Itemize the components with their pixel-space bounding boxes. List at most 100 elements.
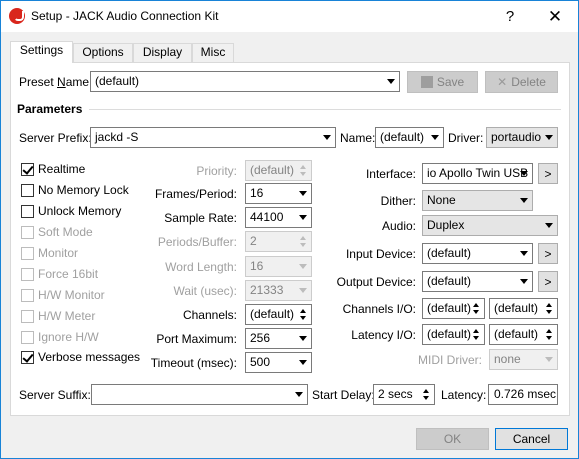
parameters-group-title: Parameters — [17, 102, 83, 116]
preset-name-label: Preset Name: — [19, 75, 93, 89]
spin-down-icon — [300, 316, 306, 320]
save-button[interactable]: Save — [407, 71, 478, 93]
spin-down-icon — [546, 336, 552, 340]
periods-buffer-label: Periods/Buffer: — [157, 235, 237, 249]
midi-driver-label: MIDI Driver: — [418, 353, 482, 367]
floppy-disk-icon — [420, 76, 433, 88]
hw-meter-checkbox[interactable] — [21, 310, 34, 323]
close-button[interactable]: ✕ — [532, 1, 578, 32]
ignore-hw-checkbox[interactable] — [21, 331, 34, 344]
word-length-label: Word Length: — [165, 260, 237, 274]
soft-mode-checkbox[interactable] — [21, 226, 34, 239]
hw-monitor-checkbox[interactable] — [21, 289, 34, 302]
delete-x-icon: ✕ — [497, 75, 508, 89]
chevron-down-icon — [299, 191, 307, 196]
server-prefix-label: Server Prefix: — [19, 131, 92, 145]
input-device-combo[interactable]: (default) — [422, 243, 533, 264]
title-bar[interactable]: Setup - JACK Audio Connection Kit ? ✕ — [1, 1, 578, 32]
tab-options[interactable]: Options — [73, 43, 133, 62]
priority-spinbox[interactable]: (default) — [245, 160, 312, 181]
monitor-label: Monitor — [38, 246, 79, 260]
spin-down-icon — [473, 336, 479, 340]
chevron-down-icon — [295, 392, 303, 397]
unlock-memory-checkbox[interactable] — [21, 205, 34, 218]
spin-up-icon — [546, 329, 552, 333]
chevron-down-icon — [545, 135, 553, 140]
input-device-select-button[interactable]: > — [538, 243, 558, 264]
input-device-label: Input Device: — [345, 247, 416, 261]
name-combo[interactable]: (default) — [375, 127, 444, 148]
server-suffix-combo[interactable] — [91, 384, 308, 405]
chevron-down-icon — [323, 135, 331, 140]
unlock-memory-label: Unlock Memory — [38, 204, 122, 218]
interface-select-button[interactable]: > — [538, 163, 558, 184]
cancel-button[interactable]: Cancel — [495, 428, 568, 450]
channels-spinbox[interactable]: (default) — [245, 304, 312, 325]
chevron-down-icon — [520, 171, 528, 176]
no-memory-lock-label: No Memory Lock — [38, 183, 129, 197]
driver-combo[interactable]: portaudio — [486, 127, 558, 148]
name-label: Name: — [340, 131, 376, 145]
spin-up-icon — [300, 309, 306, 313]
sample-rate-combo[interactable]: 44100 — [245, 207, 312, 228]
chevron-down-icon — [299, 264, 307, 269]
no-memory-lock-checkbox[interactable] — [21, 184, 34, 197]
port-maximum-combo[interactable]: 256 — [245, 328, 312, 349]
channels-out-spinbox[interactable]: (default) — [489, 298, 558, 319]
priority-label: Priority: — [196, 164, 237, 178]
chevron-down-icon — [299, 360, 307, 365]
latency-in-spinbox[interactable]: (default) — [422, 324, 485, 345]
chevron-down-icon — [520, 198, 528, 203]
jack-app-icon — [9, 8, 25, 24]
word-length-combo[interactable]: 16 — [245, 256, 312, 277]
wait-usec-combo[interactable]: 21333 — [245, 280, 312, 301]
server-suffix-label: Server Suffix: — [19, 388, 91, 402]
setup-window: Setup - JACK Audio Connection Kit ? ✕ Se… — [0, 0, 579, 459]
start-delay-spinbox[interactable]: 2 secs — [373, 384, 435, 405]
spin-down-icon — [546, 310, 552, 314]
latency-io-label: Latency I/O: — [351, 328, 416, 342]
output-device-label: Output Device: — [336, 275, 416, 289]
spin-up-icon — [300, 165, 306, 169]
verbose-messages-checkbox[interactable] — [21, 351, 34, 364]
tab-display[interactable]: Display — [133, 43, 192, 62]
driver-label: Driver: — [448, 131, 484, 145]
server-prefix-combo[interactable]: jackd -S — [90, 127, 336, 148]
interface-combo[interactable]: io Apollo Twin USB — [422, 163, 533, 184]
latency-value-display: 0.726 msec — [488, 384, 558, 405]
periods-buffer-spinbox[interactable]: 2 — [245, 231, 312, 252]
frames-period-combo[interactable]: 16 — [245, 183, 312, 204]
dither-combo[interactable]: None — [422, 190, 533, 211]
tab-misc[interactable]: Misc — [192, 43, 234, 62]
channels-label: Channels: — [182, 308, 237, 322]
spin-up-icon — [423, 389, 429, 393]
timeout-msec-combo[interactable]: 500 — [245, 352, 312, 373]
spin-up-icon — [473, 303, 479, 307]
audio-combo[interactable]: Duplex — [422, 215, 558, 236]
soft-mode-label: Soft Mode — [38, 225, 93, 239]
latency-out-spinbox[interactable]: (default) — [489, 324, 558, 345]
chevron-down-icon — [545, 223, 553, 228]
spin-down-icon — [423, 396, 429, 400]
frames-period-label: Frames/Period: — [154, 187, 237, 201]
delete-button[interactable]: ✕ Delete — [485, 71, 558, 93]
spin-up-icon — [546, 303, 552, 307]
tab-settings[interactable]: Settings — [10, 41, 73, 63]
help-button[interactable]: ? — [487, 1, 533, 32]
hw-monitor-label: H/W Monitor — [38, 288, 105, 302]
realtime-label: Realtime — [38, 162, 86, 176]
force-16bit-checkbox[interactable] — [21, 268, 34, 281]
timeout-msec-label: Timeout (msec): — [150, 356, 237, 370]
preset-name-combo[interactable]: (default) — [90, 71, 400, 92]
ok-button[interactable]: OK — [416, 428, 489, 450]
realtime-checkbox[interactable] — [21, 163, 34, 176]
channels-in-spinbox[interactable]: (default) — [422, 298, 485, 319]
parameters-divider — [89, 109, 561, 110]
interface-label: Interface: — [365, 167, 416, 181]
output-device-combo[interactable]: (default) — [422, 271, 533, 292]
spin-down-icon — [300, 172, 306, 176]
monitor-checkbox[interactable] — [21, 247, 34, 260]
midi-driver-combo[interactable]: none — [489, 349, 558, 370]
wait-usec-label: Wait (usec): — [173, 284, 237, 298]
output-device-select-button[interactable]: > — [538, 271, 558, 292]
